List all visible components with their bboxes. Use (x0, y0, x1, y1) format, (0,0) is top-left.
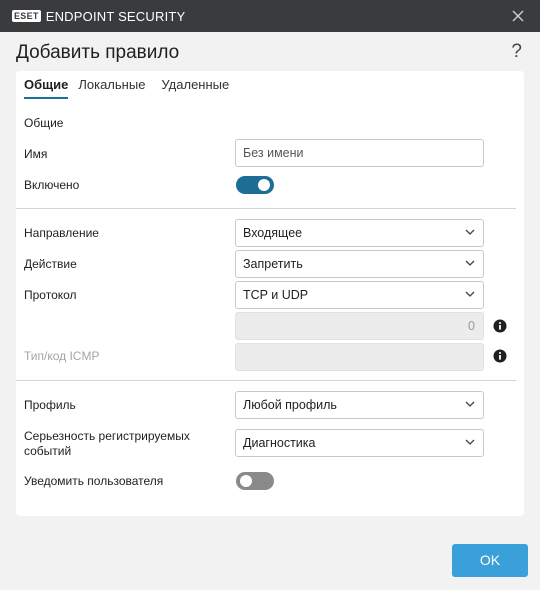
tab-general-label: Общие (24, 77, 69, 92)
direction-label: Направление (24, 226, 99, 240)
rule-panel: Общие Локальные Удаленные Общие Имя Без … (16, 71, 524, 516)
name-input[interactable]: Без имени (235, 139, 484, 167)
notify-label: Уведомить пользователя (24, 474, 164, 488)
chevron-down-icon (465, 291, 475, 297)
close-icon[interactable] (510, 8, 526, 24)
action-label: Действие (24, 257, 77, 271)
notify-toggle[interactable] (236, 472, 274, 490)
icmp-label: Тип/код ICMP (24, 349, 100, 363)
help-icon[interactable]: ? (511, 41, 522, 63)
profile-label: Профиль (24, 398, 76, 412)
profile-select[interactable]: Любой профиль (235, 391, 484, 419)
chevron-down-icon (465, 260, 475, 266)
chevron-down-icon (465, 439, 475, 445)
dialog-title: Добавить правило (16, 42, 180, 63)
name-label: Имя (24, 147, 48, 161)
tab-general[interactable]: Общие (24, 71, 69, 99)
tab-bar: Общие Локальные Удаленные (16, 71, 229, 99)
protocol-label: Протокол (24, 288, 77, 302)
action-value: Запретить (243, 257, 303, 271)
severity-value: Диагностика (243, 436, 316, 450)
chevron-down-icon (465, 229, 475, 235)
protocol-value: TCP и UDP (243, 288, 309, 302)
info-icon[interactable] (493, 319, 507, 333)
toggle-knob (258, 179, 270, 191)
toggle-knob (240, 475, 252, 487)
enabled-toggle[interactable] (236, 176, 274, 194)
eset-badge: ESET (12, 10, 41, 22)
section-general-label: Общие (24, 116, 64, 130)
eset-logo: ESET ENDPOINT SECURITY (12, 8, 186, 24)
direction-select[interactable]: Входящее (235, 219, 484, 247)
action-select[interactable]: Запретить (235, 250, 484, 278)
product-title: ENDPOINT SECURITY (45, 8, 186, 24)
ok-button[interactable]: OK (452, 544, 528, 577)
tab-local[interactable]: Локальные (78, 71, 145, 99)
severity-select[interactable]: Диагностика (235, 429, 484, 457)
icmp-input (235, 343, 484, 371)
protocol-select[interactable]: TCP и UDP (235, 281, 484, 309)
severity-label: Серьезность регистрируемых событий (24, 429, 190, 458)
tab-remote[interactable]: Удаленные (161, 71, 229, 99)
enabled-label: Включено (24, 178, 80, 192)
profile-value: Любой профиль (243, 398, 337, 412)
divider (16, 208, 516, 209)
protocol-number-input: 0 (235, 312, 484, 340)
chevron-down-icon (465, 401, 475, 407)
info-icon[interactable] (493, 349, 507, 363)
divider (16, 380, 516, 381)
direction-value: Входящее (243, 226, 303, 240)
window-titlebar: ESET ENDPOINT SECURITY (0, 0, 540, 32)
